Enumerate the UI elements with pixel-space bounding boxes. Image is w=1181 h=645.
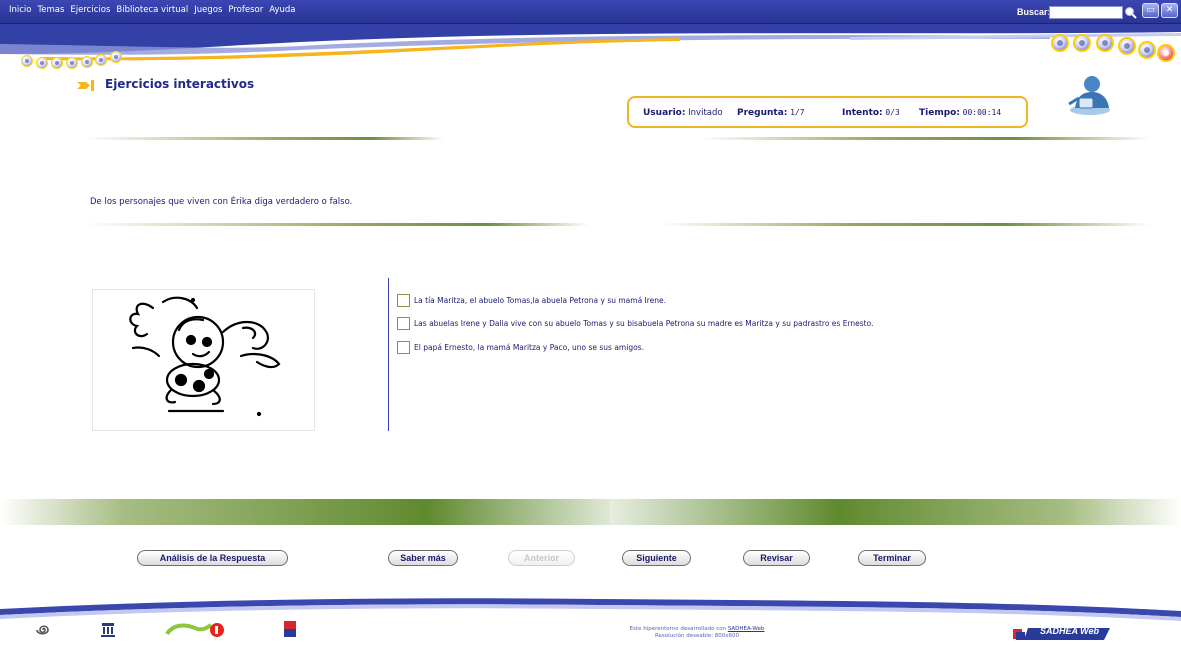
footer-resolution: Resolución deseable: 800x600 — [654, 632, 740, 639]
status-question-label: Pregunta: — [737, 108, 788, 118]
menu-item-temas[interactable]: Temas — [38, 5, 65, 15]
status-time-label: Tiempo: — [919, 108, 960, 118]
circle-icon — [40, 61, 44, 65]
status-time: Tiempo: 00:00:14 — [919, 108, 1001, 118]
search-icon[interactable] — [1124, 6, 1137, 19]
window-minimize-button[interactable]: ▭ — [1142, 3, 1159, 18]
print-circle-button[interactable] — [1118, 37, 1136, 55]
search-input[interactable] — [1049, 6, 1123, 19]
publisher-logo-icon — [165, 623, 224, 637]
main-menu: Inicio Temas Ejercicios Biblioteca virtu… — [9, 5, 295, 15]
circle-icon — [55, 61, 59, 65]
page-title: Ejercicios interactivos — [105, 77, 255, 91]
map-icon — [1079, 40, 1085, 46]
status-user: Usuario: Invitado — [643, 108, 723, 118]
exercise-illustration — [92, 289, 315, 431]
separator-mid-left — [84, 223, 589, 226]
review-button[interactable]: Revisar — [743, 550, 810, 566]
exit-circle-button[interactable] — [1157, 44, 1175, 62]
nav-circle-button-7[interactable] — [110, 51, 122, 63]
circle-icon — [70, 61, 74, 65]
nav-circle-button-1[interactable] — [21, 55, 33, 67]
help-circle-button[interactable] — [1138, 41, 1156, 59]
footer-credits: Este hiperentorno desarrollado con SADHE… — [607, 626, 787, 639]
menu-item-juegos[interactable]: Juegos — [194, 5, 222, 15]
sadhea-web-link[interactable]: SADHEA-Web — [728, 626, 765, 632]
question-text: De los personajes que viven con Érika di… — [90, 197, 353, 207]
brand-text: SADHEA Web — [1040, 626, 1100, 636]
status-attempt: Intento: 0/3 — [842, 108, 900, 118]
nav-circle-button-3[interactable] — [51, 57, 63, 69]
status-attempt-label: Intento: — [842, 108, 883, 118]
power-icon — [1163, 50, 1169, 56]
status-user-value: Invitado — [688, 108, 723, 118]
sadhea-brand-logo: SADHEA Web — [1010, 625, 1110, 640]
nav-circle-button-4[interactable] — [66, 57, 78, 69]
map-circle-button[interactable] — [1073, 34, 1091, 52]
character-drawing — [129, 296, 281, 417]
more-info-button[interactable]: Saber más — [388, 550, 458, 566]
header-swoosh — [0, 24, 1181, 61]
nav-circle-button-5[interactable] — [81, 56, 93, 68]
circle-icon — [99, 58, 103, 62]
decorative-band-right — [610, 499, 1181, 525]
status-user-label: Usuario: — [643, 108, 686, 118]
menu-item-biblioteca[interactable]: Biblioteca virtual — [116, 5, 188, 15]
separator-mid-right — [660, 223, 1150, 226]
next-button[interactable]: Siguiente — [622, 550, 691, 566]
option-text-2: Las abuelas Irene y Dalia vive con su ab… — [414, 319, 874, 328]
title-arrow-icon — [77, 80, 94, 91]
spiral-logo-icon — [36, 625, 49, 635]
mascot-icon — [1068, 76, 1110, 115]
status-question-value: 1/7 — [790, 108, 805, 117]
option-row: La tía Maritza, el abuelo Tomas,la abuel… — [397, 294, 666, 307]
print-icon — [1124, 43, 1130, 49]
menu-bar: Inicio Temas Ejercicios Biblioteca virtu… — [0, 0, 1181, 24]
option-text-1: La tía Maritza, el abuelo Tomas,la abuel… — [414, 296, 667, 305]
decorative-band-left — [0, 499, 610, 525]
home-icon — [1057, 40, 1063, 46]
ministry-logo-icon — [284, 621, 296, 637]
footer-credit-prefix: Este hiperentorno desarrollado con — [629, 626, 727, 632]
menu-item-ayuda[interactable]: Ayuda — [269, 5, 295, 15]
menu-item-profesor[interactable]: Profesor — [228, 5, 263, 15]
option-checkbox-2[interactable] — [397, 317, 410, 330]
status-question: Pregunta: 1/7 — [737, 108, 805, 118]
separator-top-left — [84, 137, 444, 140]
circle-icon — [25, 59, 29, 63]
finish-button[interactable]: Terminar — [858, 550, 926, 566]
window-close-button[interactable]: ✕ — [1161, 3, 1178, 18]
option-row: El papá Ernesto, la mamá Maritza y Paco,… — [397, 341, 644, 354]
circle-icon — [114, 55, 118, 59]
status-box: Usuario: Invitado Pregunta: 1/7 Intento:… — [627, 96, 1028, 128]
nav-circle-button-2[interactable] — [36, 57, 48, 69]
building-logo-icon — [101, 623, 115, 637]
separator-top-right — [700, 137, 1150, 140]
search-label: Buscar: — [1017, 7, 1051, 17]
help-icon — [1144, 47, 1150, 53]
analysis-button[interactable]: Análisis de la Respuesta — [137, 550, 288, 566]
circle-icon — [85, 60, 89, 64]
status-attempt-value: 0/3 — [885, 108, 900, 117]
nav-circle-button-6[interactable] — [95, 54, 107, 66]
save-icon — [1102, 40, 1108, 46]
previous-button[interactable]: Anterior — [508, 550, 575, 566]
option-text-3: El papá Ernesto, la mamá Maritza y Paco,… — [414, 343, 644, 352]
divider-line — [388, 278, 389, 431]
menu-item-ejercicios[interactable]: Ejercicios — [70, 5, 110, 15]
option-row: Las abuelas Irene y Dalia vive con su ab… — [397, 317, 873, 330]
status-time-value: 00:00:14 — [962, 108, 1002, 117]
menu-item-inicio[interactable]: Inicio — [9, 5, 32, 15]
option-checkbox-1[interactable] — [397, 294, 410, 307]
save-circle-button[interactable] — [1096, 34, 1114, 52]
home-circle-button[interactable] — [1051, 34, 1069, 52]
option-checkbox-3[interactable] — [397, 341, 410, 354]
